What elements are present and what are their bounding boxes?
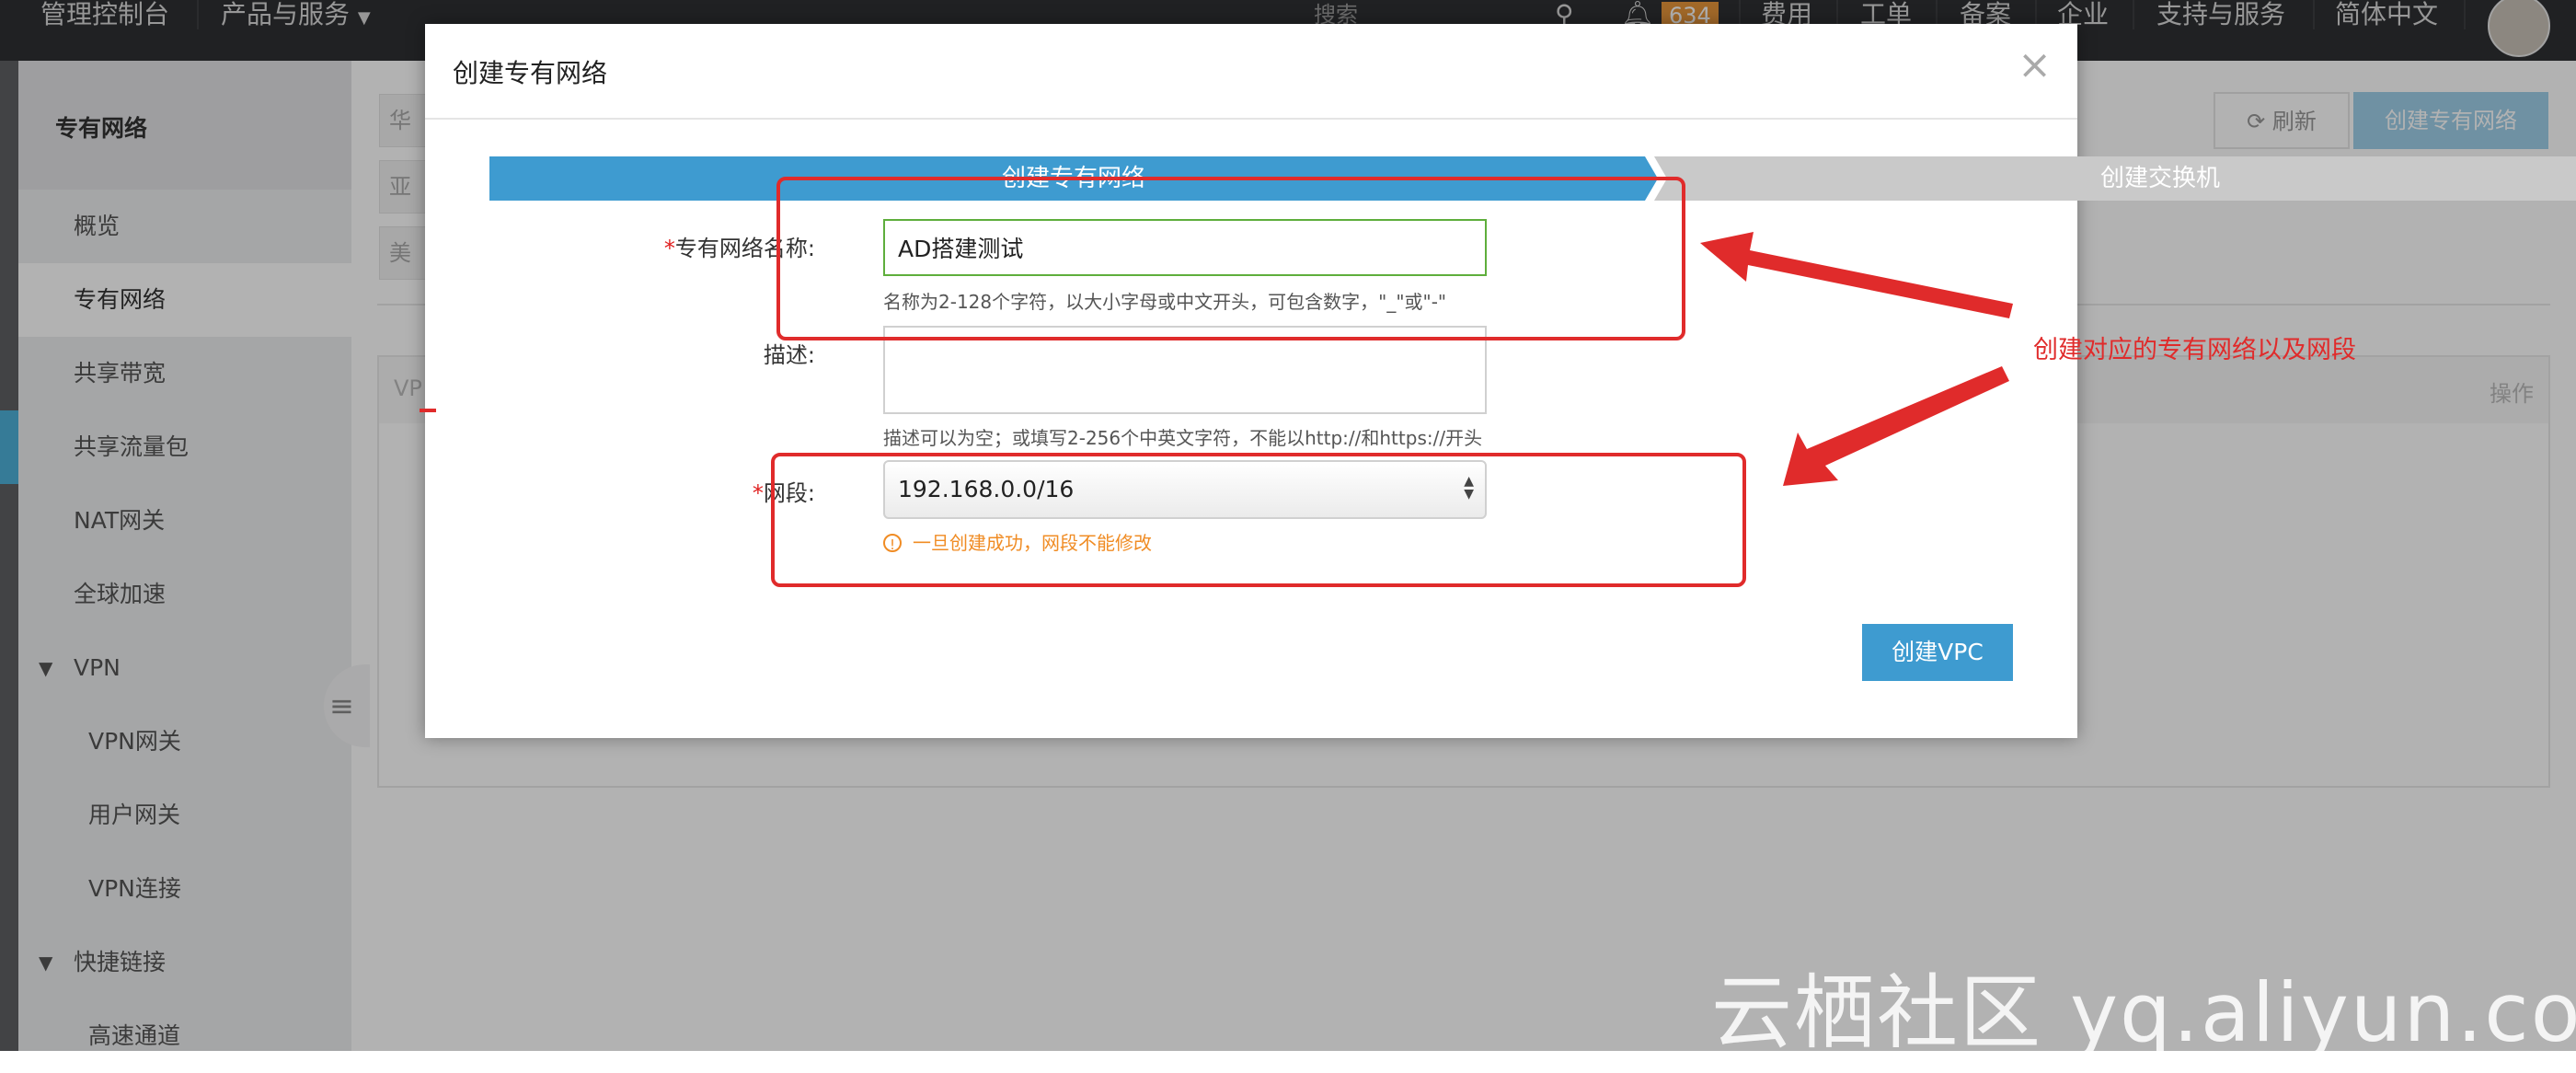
annotation-arrows [1700, 232, 2013, 486]
arrow-to-cidr-box [1783, 366, 2009, 486]
annotation-text: 创建对应的专有网络以及网段 [2033, 336, 2356, 364]
arrow-to-name-box [1700, 232, 2013, 318]
watermark: 云栖社区 yq.aliyun.com [1711, 965, 2576, 1060]
